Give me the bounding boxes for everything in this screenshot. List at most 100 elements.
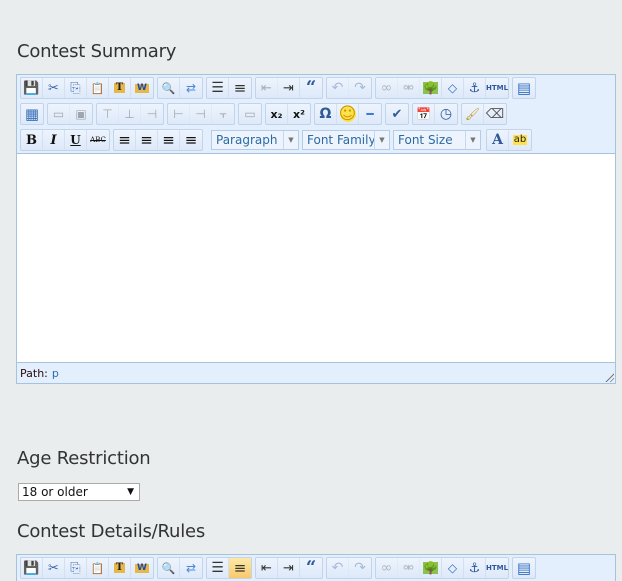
cut-button[interactable]: ✂ (43, 78, 65, 98)
strikethrough-button[interactable]: ABC (87, 130, 109, 150)
insert-time-button[interactable]: ◷ (435, 104, 457, 124)
copy-button[interactable]: ⎘ (65, 558, 87, 578)
row-after-button[interactable]: ⊥ (119, 104, 141, 124)
link-button[interactable]: ∞ (376, 558, 398, 578)
cut-button[interactable]: ✂ (43, 558, 65, 578)
underline-button[interactable]: U (65, 130, 87, 150)
save-button[interactable]: 💾 (21, 558, 43, 578)
path-element-link[interactable]: p (52, 367, 59, 380)
bullet-list-button[interactable]: ☰ (207, 78, 229, 98)
cell-props-button[interactable]: ▣ (70, 104, 92, 124)
fullscreen-icon: ▤ (516, 558, 532, 577)
indent-button[interactable]: ⇥ (278, 558, 300, 578)
superscript-button[interactable]: x² (288, 104, 310, 124)
font-family-select[interactable]: Font Family ▼ (302, 130, 390, 150)
paste-button[interactable]: 📋 (87, 78, 109, 98)
format-select[interactable]: Paragraph ▼ (211, 130, 299, 150)
replace-button[interactable]: ⇄ (180, 78, 202, 98)
save-button[interactable]: 💾 (21, 78, 43, 98)
fullscreen-button[interactable]: ▤ (513, 78, 535, 98)
special-char-button[interactable]: Ω (315, 104, 337, 124)
image-icon: 🌳 (423, 81, 438, 95)
copy-button[interactable]: ⎘ (65, 78, 87, 98)
replace-icon: ⇄ (185, 561, 197, 575)
contest-summary-editor: 💾 ✂ ⎘ 📋 T W 🔍 ⇄ ☰ ≡ ⇤ ⇥ “↶ ↷ ∞ ⚮ 🌳 ◇ ⚓ HTML ▤ ▦ ▭ ▣ ⊤ ⊥ ⊣ ⊢ ⊣ ⫟ ▭ x₂ x²… (16, 74, 616, 384)
toolbar-group: ⇤ ⇥ “ (255, 557, 323, 579)
contest-summary-content-area[interactable] (17, 153, 615, 363)
find-button[interactable]: 🔍 (158, 558, 180, 578)
insert-date-button[interactable]: 📅 (413, 104, 435, 124)
blockquote-button[interactable]: “ (300, 78, 322, 98)
cleanup-icon: 🖌 (464, 107, 481, 121)
spellcheck-button[interactable]: ✔ (386, 104, 408, 124)
chevron-down-icon[interactable]: ▼ (374, 131, 389, 149)
html-icon: HTML (485, 83, 509, 92)
outdent-button[interactable]: ⇤ (256, 78, 278, 98)
align-center-button[interactable]: ≡ (136, 130, 158, 150)
code-button[interactable]: ◇ (442, 78, 464, 98)
paste-text-button[interactable]: T (109, 558, 131, 578)
unlink-button[interactable]: ⚮ (398, 558, 420, 578)
hr-icon: ━ (366, 107, 374, 121)
chevron-down-icon[interactable]: ▼ (283, 131, 298, 149)
paste-word-button[interactable]: W (131, 78, 153, 98)
indent-icon: ⇥ (283, 80, 294, 96)
undo-button[interactable]: ↶ (327, 78, 349, 98)
col-before-button[interactable]: ⊢ (168, 104, 190, 124)
redo-button[interactable]: ↷ (349, 558, 371, 578)
image-button[interactable]: 🌳 (420, 558, 442, 578)
remove-format-button[interactable]: ⌫ (484, 104, 506, 124)
emoticon-button[interactable]: ☺ (337, 104, 359, 124)
find-button[interactable]: 🔍 (158, 78, 180, 98)
align-left-button[interactable]: ≡ (114, 130, 136, 150)
cleanup-button[interactable]: 🖌 (462, 104, 484, 124)
subscript-button[interactable]: x₂ (266, 104, 288, 124)
blockquote-button[interactable]: “ (300, 558, 322, 578)
toolbar-group: ⊤ ⊥ ⊣ (96, 103, 164, 125)
text-color-button[interactable]: A (487, 130, 509, 150)
chevron-down-icon[interactable]: ▼ (465, 131, 480, 149)
font-size-select[interactable]: Font Size ▼ (393, 130, 481, 150)
row-props-icon: ▭ (52, 107, 65, 121)
col-after-button[interactable]: ⊣ (190, 104, 212, 124)
row-props-button[interactable]: ▭ (48, 104, 70, 124)
code-button[interactable]: ◇ (442, 558, 464, 578)
paste-button[interactable]: 📋 (87, 558, 109, 578)
indent-button[interactable]: ⇥ (278, 78, 300, 98)
merge-cells-button[interactable]: ▭ (239, 104, 261, 124)
delete-col-button[interactable]: ⫟ (212, 104, 234, 124)
outdent-button[interactable]: ⇤ (256, 558, 278, 578)
toolbar-group: ⇤ ⇥ “ (255, 77, 323, 99)
numbered-list-button[interactable]: ≡ (229, 558, 251, 578)
anchor-button[interactable]: ⚓ (464, 558, 486, 578)
bold-button[interactable]: B (21, 130, 43, 150)
highlight-color-button[interactable]: ab (509, 130, 531, 150)
fullscreen-button[interactable]: ▤ (513, 558, 535, 578)
numbered-list-button[interactable]: ≡ (229, 78, 251, 98)
bullet-list-button[interactable]: ☰ (207, 558, 229, 578)
redo-button[interactable]: ↷ (349, 78, 371, 98)
paste-text-button[interactable]: T (109, 78, 131, 98)
row-before-button[interactable]: ⊤ (97, 104, 119, 124)
merge-cells-icon: ▭ (244, 107, 256, 121)
hr-button[interactable]: ━ (359, 104, 381, 124)
toolbar-group: ⊢ ⊣ ⫟ (167, 103, 235, 125)
toolbar-group: 📅 ◷ (412, 103, 458, 125)
image-button[interactable]: 🌳 (420, 78, 442, 98)
italic-button[interactable]: I (43, 130, 65, 150)
html-button[interactable]: HTML (486, 558, 508, 578)
age-restriction-select[interactable]: 18 or older ▼ (18, 483, 140, 501)
table-button[interactable]: ▦ (21, 104, 43, 124)
replace-button[interactable]: ⇄ (180, 558, 202, 578)
anchor-button[interactable]: ⚓ (464, 78, 486, 98)
align-right-button[interactable]: ≡ (158, 130, 180, 150)
link-button[interactable]: ∞ (376, 78, 398, 98)
paste-word-button[interactable]: W (131, 558, 153, 578)
unlink-button[interactable]: ⚮ (398, 78, 420, 98)
undo-button[interactable]: ↶ (327, 558, 349, 578)
delete-row-button[interactable]: ⊣ (141, 104, 163, 124)
align-justify-button[interactable]: ≡ (180, 130, 202, 150)
link-icon: ∞ (380, 80, 393, 96)
resize-handle[interactable] (604, 372, 614, 382)
html-button[interactable]: HTML (486, 78, 508, 98)
